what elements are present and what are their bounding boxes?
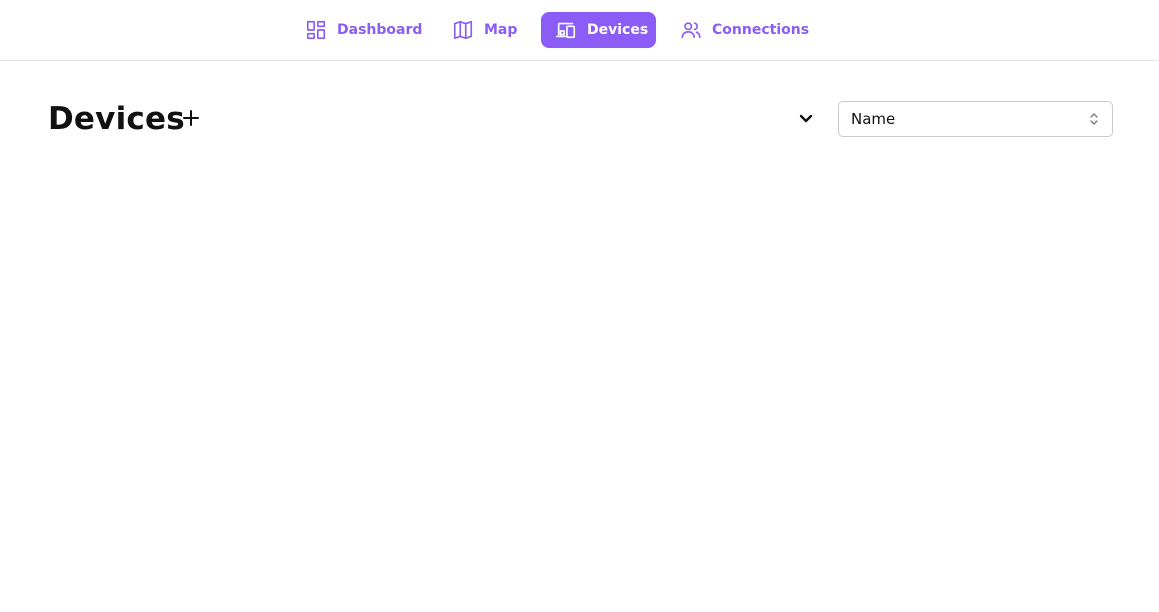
dashboard-icon [305,19,327,41]
map-icon [452,19,474,41]
nav-tab-label: Connections [712,22,810,38]
nav-tab-devices[interactable]: Devices [541,12,656,48]
nav-tab-dashboard[interactable]: Dashboard [291,12,436,48]
nav-tab-map[interactable]: Map [438,12,531,48]
nav-tab-connections[interactable]: Connections [666,12,823,48]
sort-direction-toggle[interactable] [792,106,820,134]
sort-select[interactable]: Name [838,101,1113,137]
add-device-button[interactable] [176,104,206,134]
select-arrows-icon [1088,111,1100,127]
chevron-down-icon [797,109,815,131]
devices-icon [555,19,577,41]
sort-select-value: Name [851,110,896,128]
nav-tab-label: Map [484,22,518,38]
users-icon [680,19,702,41]
nav-tab-label: Devices [587,22,649,38]
page-title: Devices [48,101,185,137]
plus-icon [181,108,201,131]
top-nav-bar: Dashboard Map Devices Connections [0,0,1159,61]
nav-tab-label: Dashboard [337,22,423,38]
